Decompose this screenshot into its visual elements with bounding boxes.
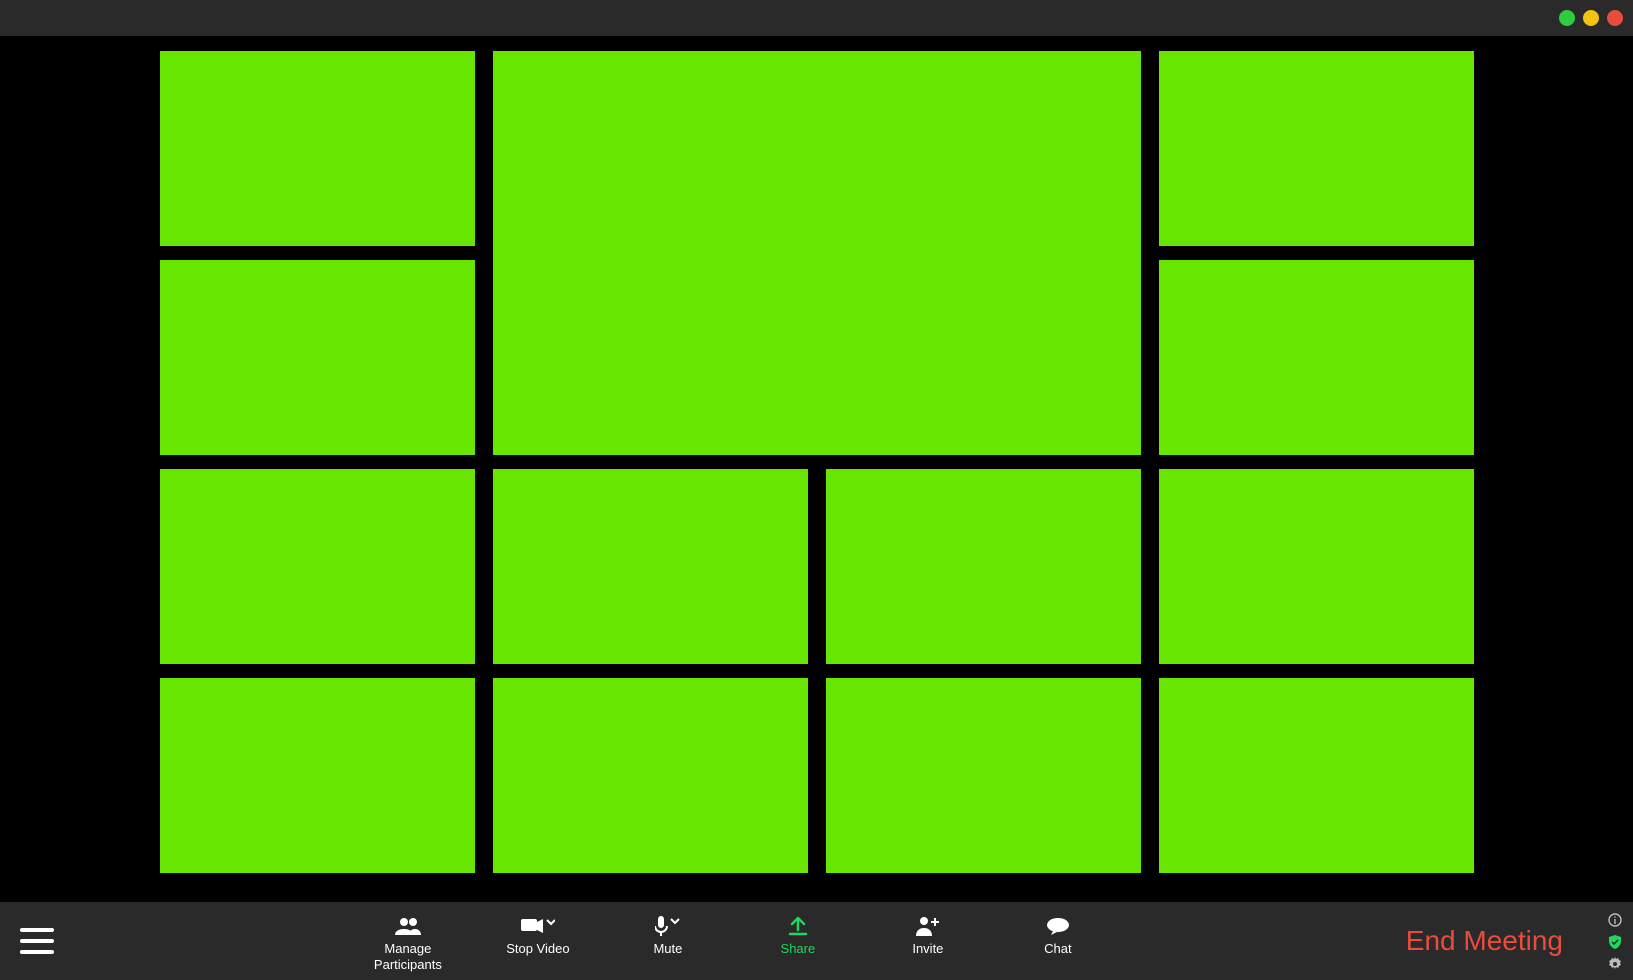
info-icon[interactable] (1607, 912, 1623, 928)
video-tile[interactable] (160, 469, 475, 664)
toolbar-controls: Manage Participants Stop Video (60, 909, 1406, 972)
stop-video-label: Stop Video (506, 941, 569, 957)
video-tile[interactable] (826, 469, 1141, 664)
microphone-icon (655, 915, 681, 937)
settings-gear-icon[interactable] (1607, 956, 1623, 972)
mute-label: Mute (653, 941, 682, 957)
video-tile[interactable] (493, 469, 808, 664)
share-screen-icon (788, 915, 808, 937)
end-meeting-button[interactable]: End Meeting (1406, 925, 1563, 957)
video-tile[interactable] (1159, 469, 1474, 664)
manage-participants-button[interactable]: Manage Participants (373, 915, 443, 972)
window-minimize-dot[interactable] (1559, 10, 1575, 26)
share-button[interactable]: Share (763, 915, 833, 957)
invite-label: Invite (912, 941, 943, 957)
stop-video-button[interactable]: Stop Video (503, 915, 573, 957)
window-close-dot[interactable] (1607, 10, 1623, 26)
video-tile[interactable] (160, 51, 475, 246)
video-tile[interactable] (1159, 678, 1474, 873)
video-tile-speaker[interactable] (493, 51, 1141, 455)
video-tile[interactable] (1159, 260, 1474, 455)
menu-button[interactable] (20, 921, 60, 961)
video-tile[interactable] (1159, 51, 1474, 246)
chat-label: Chat (1044, 941, 1071, 957)
mute-button[interactable]: Mute (633, 915, 703, 957)
video-tile[interactable] (160, 260, 475, 455)
video-tile[interactable] (160, 678, 475, 873)
window-maximize-dot[interactable] (1583, 10, 1599, 26)
bottom-toolbar: Manage Participants Stop Video (0, 902, 1633, 980)
invite-button[interactable]: Invite (893, 915, 963, 957)
manage-participants-label: Manage Participants (374, 941, 442, 972)
video-tile[interactable] (493, 678, 808, 873)
invite-icon (916, 915, 940, 937)
participants-icon (395, 915, 421, 937)
share-label: Share (781, 941, 816, 957)
title-bar (0, 0, 1633, 36)
video-tile[interactable] (826, 678, 1141, 873)
chat-button[interactable]: Chat (1023, 915, 1093, 957)
video-icon (521, 915, 555, 937)
chat-icon (1047, 915, 1069, 937)
status-icons (1607, 912, 1623, 972)
security-shield-icon[interactable] (1607, 934, 1623, 950)
video-grid (0, 36, 1633, 902)
